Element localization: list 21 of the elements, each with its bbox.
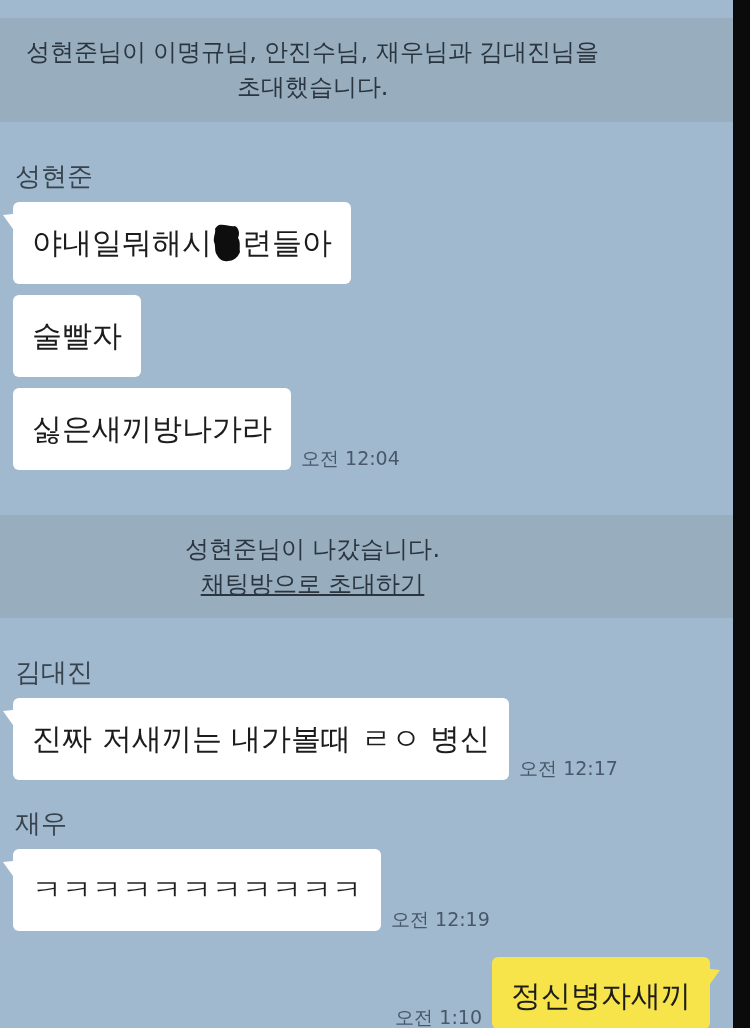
message-bubble: 정신병자새끼	[492, 957, 710, 1028]
message-text: 야내일뭐해시	[32, 223, 212, 262]
bubble-tail	[3, 710, 13, 725]
message-time: 오전 12:04	[301, 447, 400, 469]
bubble-tail	[3, 861, 13, 876]
system-notice: 성현준님이 나갔습니다.	[184, 534, 441, 565]
message-bubble: ㅋㅋㅋㅋㅋㅋㅋㅋㅋㅋㅋ	[13, 849, 381, 931]
bubble-tail	[710, 969, 720, 984]
sender-name: 성현준	[15, 160, 93, 193]
invite-link[interactable]: 채팅방으로 초대하기	[200, 567, 425, 601]
message-time: 오전 12:17	[519, 757, 618, 779]
system-notice: 성현준님이 이명규님, 안진수님, 재우님과 김대진님을 초대했습니다.	[25, 37, 600, 103]
message-time: 오전 1:10	[395, 1006, 482, 1028]
message-bubble: 술빨자	[13, 295, 141, 377]
scribble-icon	[213, 224, 241, 262]
sender-name: 김대진	[15, 656, 93, 689]
message-bubble: 싫은새끼방나가라	[13, 388, 291, 470]
message-time: 오전 12:19	[391, 908, 490, 930]
message-bubble: 진짜 저새끼는 내가볼때 ㄹㅇ 병신	[13, 698, 510, 780]
message-text: 련들아	[242, 223, 332, 262]
sender-name: 재우	[15, 807, 67, 840]
